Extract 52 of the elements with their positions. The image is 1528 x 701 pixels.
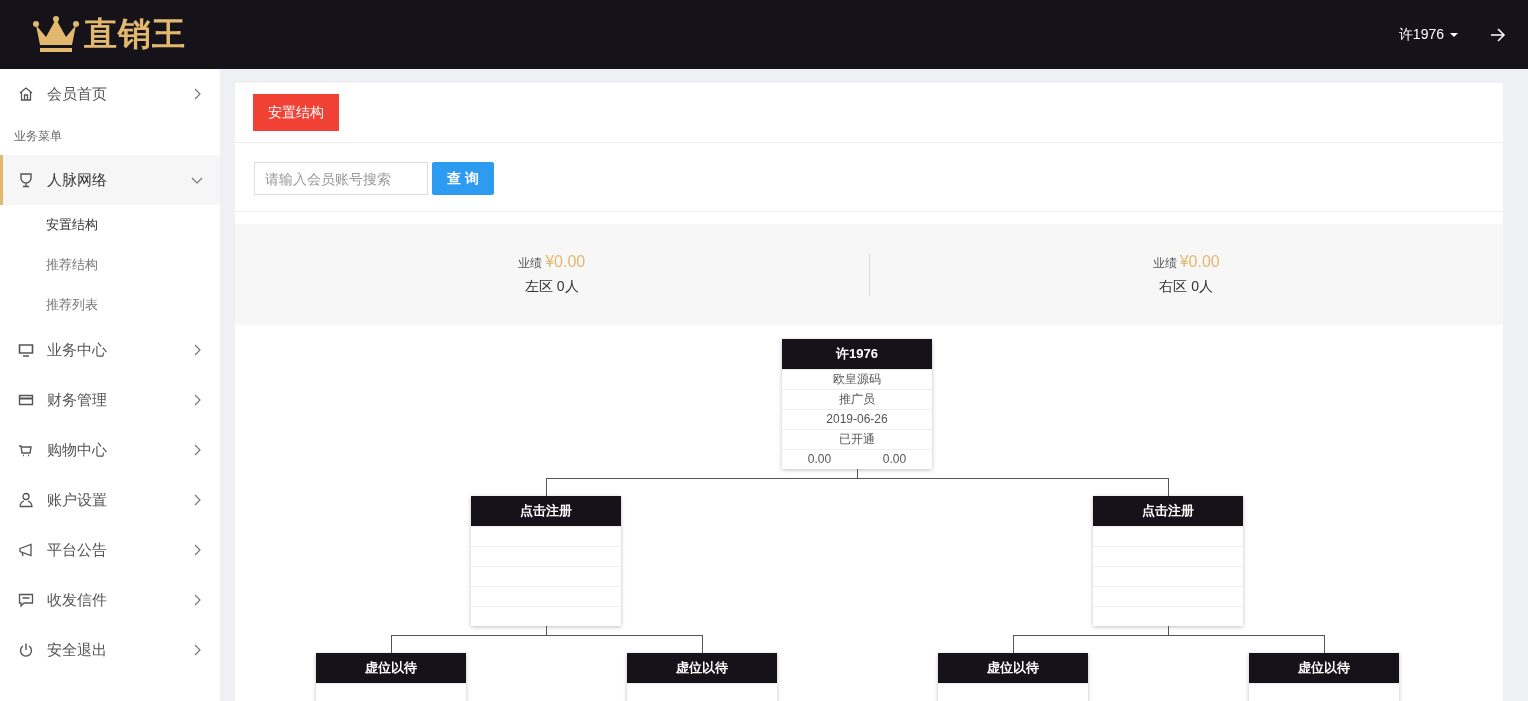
sidebar-item[interactable]: 业务中心 — [0, 325, 220, 375]
sidebar-item[interactable]: 人脉网络 — [0, 155, 220, 205]
member-node-card[interactable]: 虚位以待 — [1248, 653, 1399, 701]
member-node-card[interactable]: 虚位以待 — [937, 653, 1088, 701]
menu-icon — [17, 85, 35, 103]
menu-icon — [17, 171, 35, 189]
performance-label: 业绩 — [1152, 255, 1177, 272]
performance-label: 业绩 — [518, 255, 543, 272]
member-node-card[interactable]: 许1976 欧皇源码 推广员 2019-06-26 已开通 0.00 0.00 — [782, 339, 932, 469]
submenu-item[interactable]: 安置结构 — [0, 205, 220, 245]
menu-icon — [17, 591, 35, 609]
member-node-card[interactable]: 虚位以待 — [315, 653, 466, 701]
zone-count: 左区 0人 — [524, 278, 579, 296]
caret-icon — [1450, 32, 1458, 37]
performance-amount: ¥0.00 — [1179, 253, 1220, 271]
node-title: 虚位以待 — [1248, 653, 1399, 683]
node-text: 欧皇源码 — [833, 372, 881, 386]
menu-icon — [17, 541, 35, 559]
node-amount: 0.00 — [807, 451, 832, 468]
node-title: 虚位以待 — [315, 653, 466, 683]
sidebar-item[interactable]: 安全退出 — [0, 625, 220, 675]
logo-text: 直销王 — [84, 14, 186, 54]
node-title: 点击注册 — [1093, 496, 1243, 526]
member-node-card[interactable]: 虚位以待 — [626, 653, 777, 701]
crown-logo-icon — [32, 14, 80, 55]
sidebar-item[interactable]: 购物中心 — [0, 425, 220, 475]
submenu-item[interactable]: 推荐结构 — [0, 245, 220, 285]
menu-icon — [17, 641, 35, 659]
search-field[interactable]: 请输入会员账号搜索 — [254, 162, 428, 195]
sidebar-item[interactable]: 收发信件 — [0, 575, 220, 625]
sidebar-item[interactable]: 平台公告 — [0, 525, 220, 575]
performance-amount: ¥0.00 — [545, 253, 586, 271]
menu-icon — [17, 491, 35, 509]
node-amount: 0.00 — [882, 451, 907, 468]
node-title: 许1976 — [782, 339, 932, 369]
sidebar-item[interactable]: 会员首页 — [0, 69, 220, 119]
sidebar-item[interactable]: 账户设置 — [0, 475, 220, 525]
member-node-card[interactable]: 点击注册 — [471, 496, 621, 626]
zone-count: 右区 0人 — [1159, 278, 1214, 296]
menu-icon — [17, 341, 35, 359]
sidebar-item[interactable]: 财务管理 — [0, 375, 220, 425]
node-text: 2019-06-26 — [826, 412, 888, 426]
node-title: 虚位以待 — [937, 653, 1088, 683]
node-text: 已开通 — [839, 432, 875, 446]
member-node-card[interactable]: 点击注册 — [1093, 496, 1243, 626]
user-menu[interactable]: 许1976 — [1394, 21, 1462, 48]
node-text: 推广员 — [839, 392, 875, 406]
node-title: 虚位以待 — [626, 653, 777, 683]
submenu-item[interactable]: 推荐列表 — [0, 285, 220, 325]
tab[interactable]: 安置结构 — [253, 94, 339, 131]
menu-section-label: 业务菜单 — [13, 128, 63, 145]
node-title: 点击注册 — [471, 496, 621, 526]
